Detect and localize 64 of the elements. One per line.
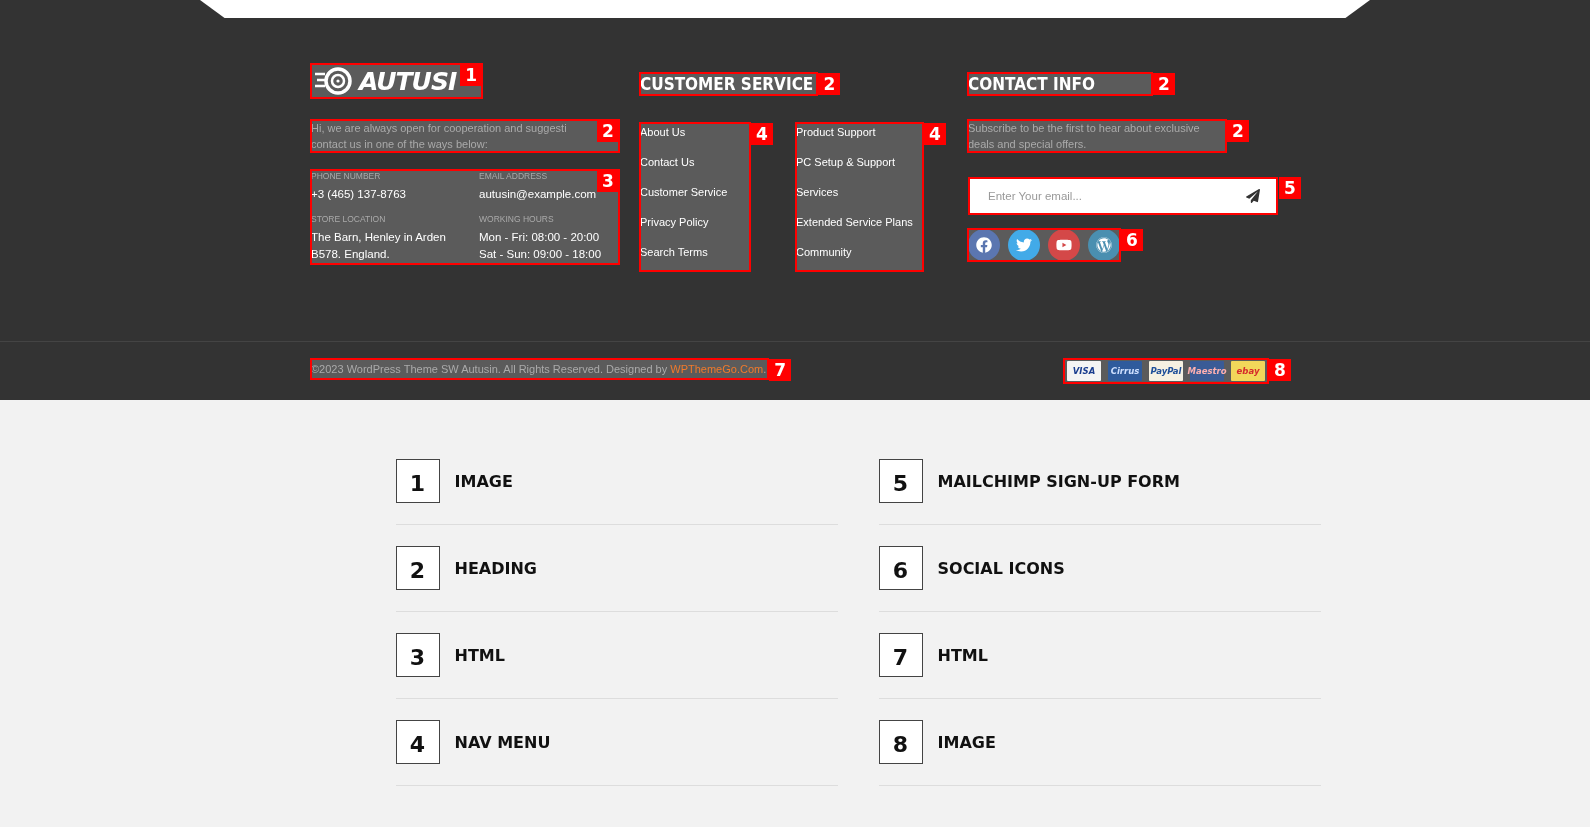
nav-link[interactable]: Privacy Policy (640, 213, 750, 231)
nav-link[interactable]: PC Setup & Support (796, 153, 923, 171)
contact-label: PHONE NUMBER (311, 170, 381, 182)
payment-card-logo: ebay (1231, 361, 1265, 381)
annotation-badge: 2 (597, 120, 619, 142)
contact-label: WORKING HOURS (479, 213, 554, 225)
nav-link[interactable]: Product Support (796, 123, 923, 141)
legend-label: HTML (937, 645, 988, 665)
legend-label: IMAGE (937, 732, 996, 752)
number-label: 1 (395, 459, 440, 503)
legend-label: IMAGE (454, 471, 513, 491)
number-label: 4 (395, 720, 440, 764)
nav-link[interactable]: About Us (640, 123, 750, 141)
contact-label: STORE LOCATION (311, 213, 386, 225)
send-button[interactable] (1246, 189, 1260, 203)
subscribe-text: Subscribe to be the first to hear about exclusive deals and special offers. (968, 121, 1201, 152)
legend-label: HTML (454, 645, 505, 665)
annotation-badge: 4 (751, 123, 773, 145)
legend-label: SOCIAL ICONS (937, 558, 1065, 578)
payment-card-logo: Cirrus (1108, 361, 1142, 381)
nav-link[interactable]: Search Terms (640, 243, 750, 261)
number-label: 6 (878, 546, 923, 590)
youtube-icon[interactable] (1048, 229, 1080, 261)
annotation-badge: 2 (1153, 73, 1175, 95)
annotation-badge: 2 (818, 73, 841, 95)
copyright-text: ©2023 WordPress Theme SW Autusin. All Rights Reserved. Designed by WPThemeGo.Com. (311, 362, 768, 377)
annotation-badge: 6 (1121, 229, 1143, 251)
email-input[interactable]: Enter Your email... (986, 189, 1246, 203)
annotation-badge: 5 (1279, 177, 1301, 199)
wheel-icon (315, 66, 353, 96)
section-heading: CUSTOMER SERVICE (640, 73, 815, 95)
annotation-badge: 1 (460, 64, 483, 86)
nav-link[interactable]: Services (796, 183, 923, 201)
number-label: 5 (878, 459, 923, 503)
contact-value: +3 (465) 137-8763 (311, 187, 407, 202)
payment-card-logo: VISA (1067, 361, 1101, 381)
contact-value: The Barn, Henley in Arden B578. England. (311, 230, 447, 262)
payment-card-logo: PayPal (1149, 361, 1183, 381)
number-label: 2 (395, 546, 440, 590)
contact-value: Mon - Fri: 08:00 - 20:00 Sat - Sun: 09:00 - 18:00 (479, 230, 603, 262)
nav-link[interactable]: Extended Service Plans (796, 213, 923, 231)
annotation-badge: 2 (1227, 120, 1249, 142)
facebook-icon[interactable] (968, 229, 1000, 261)
nav-link[interactable]: Contact Us (640, 153, 750, 171)
number-label: 3 (395, 633, 440, 677)
annotation-badge: 8 (1269, 359, 1291, 381)
annotation-badge: 4 (924, 123, 946, 145)
legend-label: NAV MENU (454, 732, 551, 752)
logo-text: AUTUSI (359, 66, 457, 96)
contact-value: autusin@example.com (479, 187, 598, 202)
annotation-badge: 7 (769, 359, 792, 381)
intro-text: Hi, we are always open for cooperation and suggesti contact us in one of the ways below: (311, 121, 568, 152)
annotation-badge: 3 (597, 170, 619, 192)
nav-link[interactable]: Community (796, 243, 923, 261)
contact-label: EMAIL ADDRESS (479, 170, 548, 182)
number-label: 7 (878, 633, 923, 677)
wordpress-icon[interactable] (1088, 229, 1120, 261)
email-field[interactable]: Enter Your email... (968, 177, 1278, 215)
nav-link[interactable]: Customer Service (640, 183, 750, 201)
number-label: 8 (878, 720, 923, 764)
section-heading: CONTACT INFO (968, 73, 1096, 95)
legend-label: MAILCHIMP SIGN-UP FORM (937, 471, 1180, 491)
legend-label: HEADING (454, 558, 537, 578)
twitter-icon[interactable] (1008, 229, 1040, 261)
